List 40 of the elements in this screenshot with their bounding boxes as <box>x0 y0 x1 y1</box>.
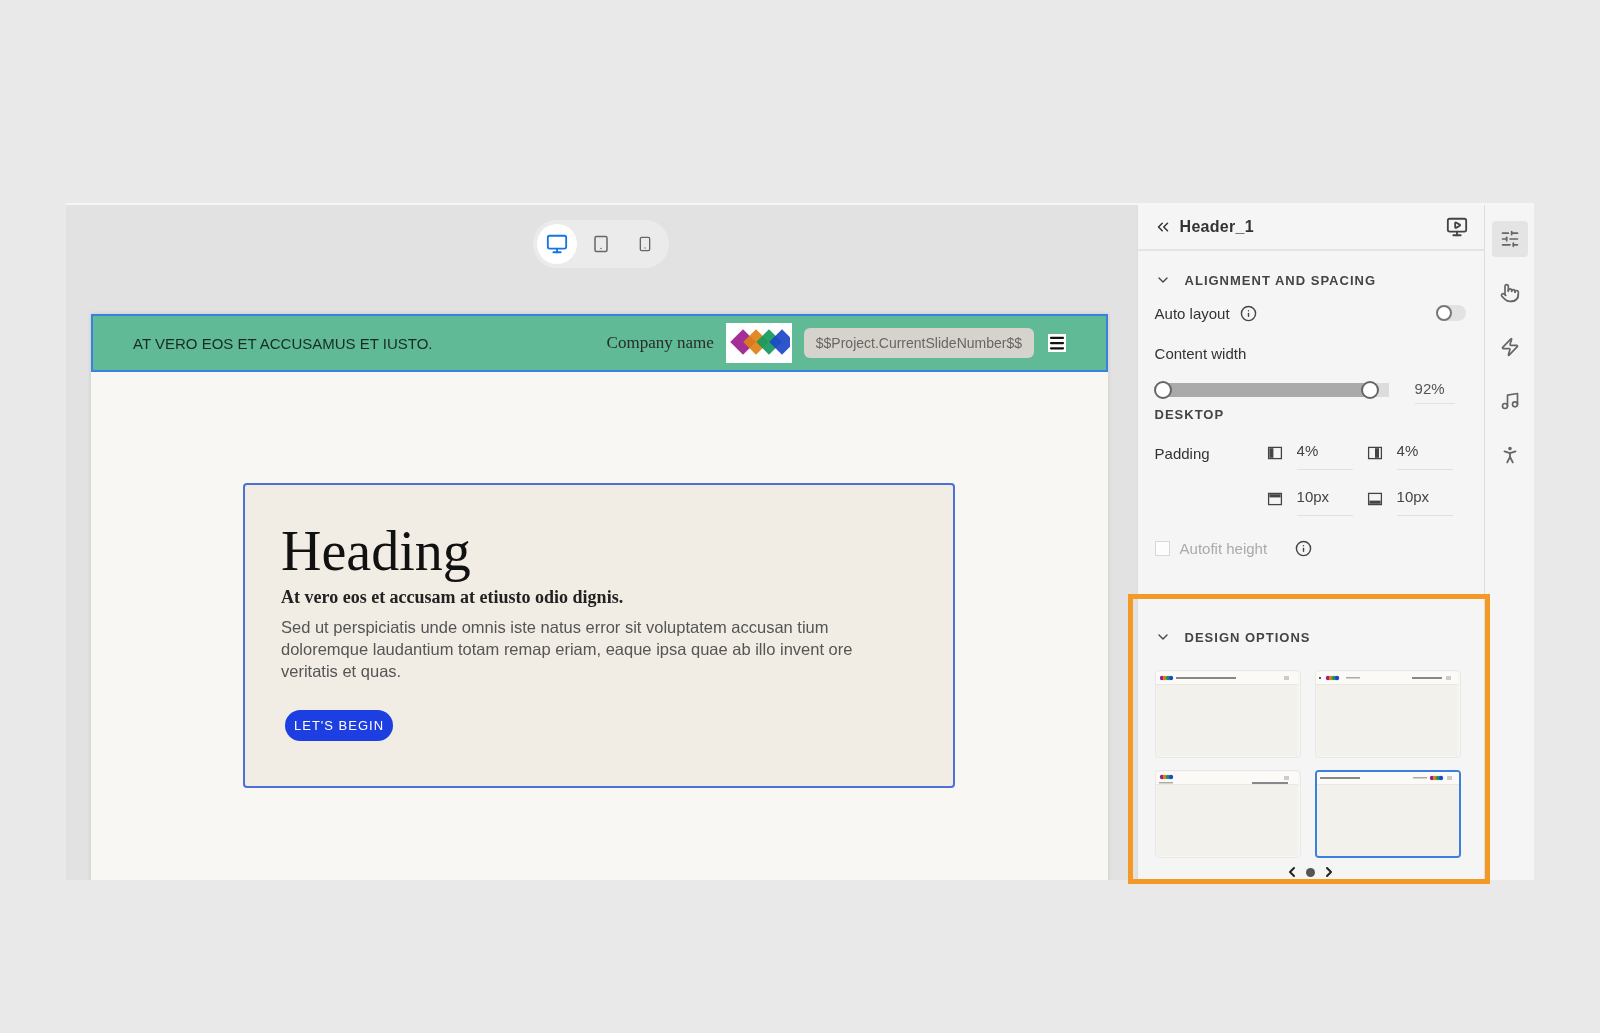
body-text: Sed ut perspiciatis unde omnis iste natus error sit voluptatem accusan tium doloremque laudantium totam remap eriam, eaque ipsa quae ab illo invent ore veritatis et quas. <box>281 616 854 682</box>
lightning-icon <box>1499 337 1520 357</box>
tablet-icon <box>592 235 611 253</box>
autofit-label: Autofit height <box>1179 539 1268 557</box>
section-title: DESIGN OPTIONS <box>1184 629 1311 645</box>
info-icon[interactable] <box>1239 304 1257 322</box>
content-width-label: Content width <box>1154 344 1247 362</box>
info-icon[interactable] <box>1295 539 1313 557</box>
desktop-label: DESKTOP <box>1154 407 1226 422</box>
padding-field[interactable]: 10px <box>1296 482 1353 516</box>
content-width-reading: 92% <box>1414 376 1455 404</box>
desktop-icon <box>546 233 569 255</box>
padding-side-icon <box>1266 491 1283 507</box>
padding-label: Padding <box>1154 444 1211 462</box>
page-dot[interactable] <box>1305 867 1315 877</box>
music-icon <box>1499 391 1520 411</box>
slide-number-field: $$Project.CurrentSlideNumber$$ <box>803 328 1034 358</box>
auto-layout-label: Auto layout <box>1154 304 1230 322</box>
heading: Heading <box>281 521 472 583</box>
padding-side-icon <box>1266 445 1283 461</box>
device-button[interactable] <box>537 224 578 264</box>
rail-button[interactable] <box>1491 221 1528 257</box>
auto-layout-switch[interactable] <box>1436 305 1467 321</box>
slider-thumb[interactable] <box>1153 381 1172 399</box>
padding-side-icon <box>1366 491 1383 507</box>
pointer-icon <box>1499 283 1520 303</box>
begin-button[interactable]: LET'S BEGIN <box>285 709 394 741</box>
padding-field[interactable]: 10px <box>1396 482 1453 516</box>
menu-icon[interactable] <box>1048 334 1066 352</box>
panel-title: Header_1 <box>1179 218 1255 236</box>
preview-icon[interactable] <box>1446 216 1469 238</box>
padding-field[interactable]: 4% <box>1296 436 1353 470</box>
section-title: ALIGNMENT AND SPACING <box>1184 272 1376 288</box>
slider-thumb[interactable] <box>1361 381 1380 399</box>
company-name: Company name <box>606 333 714 353</box>
subheading: At vero eos et accusam at etiusto odio dignis. <box>281 586 625 608</box>
padding-side-icon <box>1366 445 1383 461</box>
padding-field[interactable]: 4% <box>1396 436 1453 470</box>
header-tagline: AT VERO EOS ET ACCUSAMUS ET IUSTO. <box>133 334 434 352</box>
sliders-icon <box>1499 229 1520 249</box>
